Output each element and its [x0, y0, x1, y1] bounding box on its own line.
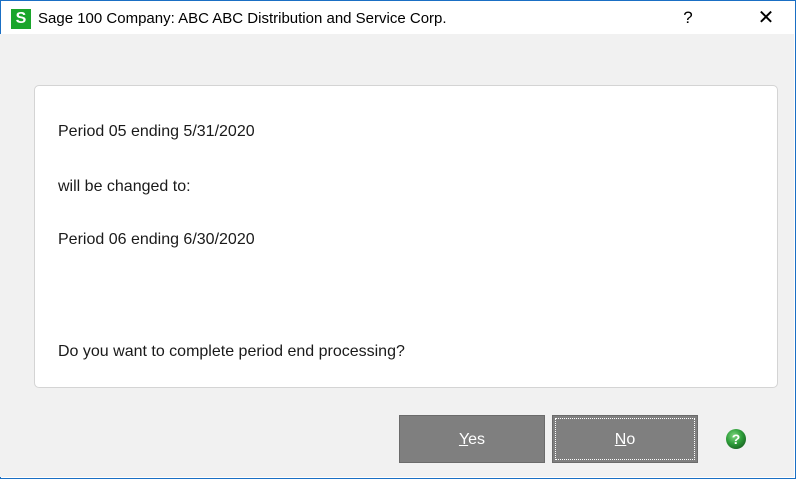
yes-button[interactable]: Yes: [399, 415, 545, 463]
sage-logo-icon: S: [11, 9, 31, 29]
message-question: Do you want to complete period end proce…: [58, 343, 405, 360]
title-bar: S Sage 100 Company: ABC ABC Distribution…: [1, 1, 795, 35]
yes-mnemonic: Y: [458, 431, 469, 448]
no-button[interactable]: No: [552, 415, 698, 463]
message-panel: Period 05 ending 5/31/2020 will be chang…: [34, 85, 778, 388]
help-circle-icon[interactable]: ?: [725, 428, 747, 450]
message-line-change: will be changed to:: [58, 178, 191, 195]
svg-text:?: ?: [732, 431, 741, 447]
no-mnemonic: N: [614, 431, 627, 448]
yes-label-rest: es: [468, 431, 486, 448]
close-button[interactable]: ✕: [749, 5, 783, 31]
message-line-current-period: Period 05 ending 5/31/2020: [58, 123, 255, 140]
window-title: Sage 100 Company: ABC ABC Distribution a…: [38, 10, 447, 27]
close-icon: ✕: [757, 7, 775, 29]
title-help-button[interactable]: ?: [673, 5, 703, 31]
no-label-rest: o: [626, 431, 636, 448]
message-line-new-period: Period 06 ending 6/30/2020: [58, 231, 255, 248]
